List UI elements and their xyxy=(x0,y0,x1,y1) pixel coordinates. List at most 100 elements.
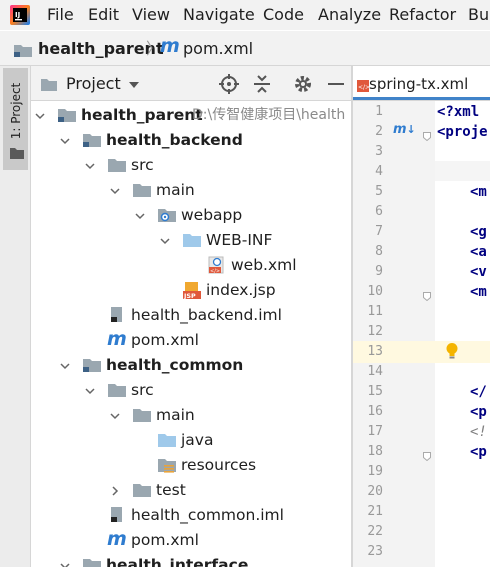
line-number: 23 xyxy=(367,544,383,559)
menu-analyze[interactable]: Analyze xyxy=(318,5,381,25)
module-folder-icon xyxy=(83,134,101,147)
source-folder-icon xyxy=(158,434,176,447)
line-number: 16 xyxy=(367,404,383,419)
tree-item-backend-pom-xml[interactable]: m pom.xml xyxy=(31,328,351,353)
tree-item-java[interactable]: java xyxy=(31,428,351,453)
chevron-right-icon[interactable] xyxy=(110,486,120,496)
tree-item-label: pom.xml xyxy=(131,531,199,549)
editor-tab-spring-tx[interactable]: </> spring-tx.xml xyxy=(353,66,490,100)
breadcrumb-file[interactable]: pom.xml xyxy=(183,39,253,59)
tree-item-main[interactable]: main xyxy=(31,178,351,203)
tree-item-common-pom-xml[interactable]: m pom.xml xyxy=(31,528,351,553)
tree-item-label: pom.xml xyxy=(131,331,199,349)
tree-item-src[interactable]: src xyxy=(31,378,351,403)
xml-file-icon: </> xyxy=(357,77,370,92)
folder-icon xyxy=(133,484,151,497)
menu-build[interactable]: Bui xyxy=(468,5,490,25)
fold-icon[interactable] xyxy=(423,446,431,462)
line-number: 10 xyxy=(367,284,383,299)
chevron-down-icon[interactable] xyxy=(160,236,170,246)
line-number: 1 xyxy=(375,104,383,119)
tree-item-label: health_common xyxy=(106,356,244,374)
line-number: 6 xyxy=(375,204,383,219)
line-number: 4 xyxy=(375,164,383,179)
tree-item-label: web.xml xyxy=(231,256,297,274)
chevron-down-icon[interactable] xyxy=(60,561,70,567)
module-folder-icon xyxy=(83,559,101,567)
chevron-down-icon[interactable] xyxy=(85,386,95,396)
folder-icon xyxy=(133,409,151,422)
code-line: <proje xyxy=(437,124,488,140)
tree-item-health-parent[interactable]: health_parent D:\传智健康项目\health xyxy=(31,103,351,128)
chevron-down-icon[interactable] xyxy=(85,161,95,171)
resources-folder-icon xyxy=(158,459,176,473)
iml-file-icon xyxy=(111,507,122,522)
fold-icon[interactable] xyxy=(423,286,431,302)
locate-target-icon[interactable] xyxy=(219,74,239,94)
project-panel-header: Project xyxy=(31,66,351,101)
gear-icon[interactable] xyxy=(293,74,313,94)
tree-item-health-common-iml[interactable]: health_common.iml xyxy=(31,503,351,528)
chevron-down-icon[interactable] xyxy=(110,411,120,421)
code-line: <p xyxy=(470,404,487,420)
tree-item-test[interactable]: test xyxy=(31,478,351,503)
menu-refactor[interactable]: Refactor xyxy=(389,5,456,25)
folder-icon xyxy=(108,384,126,397)
tree-item-health-backend-iml[interactable]: health_backend.iml xyxy=(31,303,351,328)
tree-item-label: webapp xyxy=(181,206,243,224)
tree-item-web-inf[interactable]: WEB-INF xyxy=(31,228,351,253)
breadcrumb-project[interactable]: health_parent xyxy=(38,39,164,59)
tree-item-health-interface[interactable]: health_interface xyxy=(31,553,351,567)
chevron-down-icon[interactable] xyxy=(60,136,70,146)
tree-item-label: resources xyxy=(181,456,257,474)
tree-item-label: health_interface xyxy=(106,556,249,567)
lightbulb-icon[interactable] xyxy=(445,342,459,360)
line-number: 8 xyxy=(375,244,383,259)
tree-item-label: health_backend.iml xyxy=(131,306,282,324)
web-folder-icon xyxy=(158,209,176,222)
menu-code[interactable]: Code xyxy=(263,5,304,25)
svg-text:IJ: IJ xyxy=(15,11,20,19)
line-number: 13 xyxy=(367,344,383,359)
folder-icon xyxy=(41,76,57,91)
web-xml-icon: </> xyxy=(208,256,224,274)
line-number: 9 xyxy=(375,264,383,279)
code-line: <a xyxy=(470,244,487,260)
chevron-down-icon[interactable] xyxy=(60,361,70,371)
tree-item-webapp[interactable]: webapp xyxy=(31,203,351,228)
tree-item-main[interactable]: main xyxy=(31,403,351,428)
project-view-title[interactable]: Project xyxy=(66,74,121,94)
chevron-down-icon[interactable] xyxy=(110,186,120,196)
tree-item-web-xml[interactable]: </> web.xml xyxy=(31,253,351,278)
intellij-logo-icon: IJ xyxy=(10,5,30,25)
menu-navigate[interactable]: Navigate xyxy=(183,5,255,25)
line-number: 20 xyxy=(367,484,383,499)
code-comment-line: <! xyxy=(470,424,487,440)
tree-item-label: main xyxy=(156,181,195,199)
code-region xyxy=(435,161,490,181)
chevron-down-icon[interactable] xyxy=(135,211,145,221)
tree-item-label: java xyxy=(181,431,214,449)
menu-edit[interactable]: Edit xyxy=(88,5,119,25)
hide-panel-icon[interactable] xyxy=(328,83,344,85)
menu-file[interactable]: File xyxy=(47,5,74,25)
line-number: 2 xyxy=(375,124,383,139)
tree-item-health-backend[interactable]: health_backend xyxy=(31,128,351,153)
svg-text:</>: </> xyxy=(358,84,369,91)
tree-item-health-common[interactable]: health_common xyxy=(31,353,351,378)
svg-text:</>: </> xyxy=(210,268,220,274)
maven-icon[interactable]: m↓ xyxy=(393,120,416,140)
tree-item-src[interactable]: src xyxy=(31,153,351,178)
menu-view[interactable]: View xyxy=(132,5,170,25)
code-line: <g xyxy=(470,224,487,240)
folder-icon xyxy=(10,144,24,159)
collapse-all-icon[interactable] xyxy=(253,75,271,93)
maven-icon: m xyxy=(107,328,127,350)
chevron-down-icon[interactable] xyxy=(129,82,139,88)
editor-tab-label: spring-tx.xml xyxy=(369,75,469,93)
fold-icon[interactable] xyxy=(423,126,431,142)
chevron-down-icon[interactable] xyxy=(35,111,45,121)
tree-item-resources[interactable]: resources xyxy=(31,453,351,478)
breadcrumb: health_parent 〉 m pom.xml xyxy=(0,31,490,66)
tree-item-index-jsp[interactable]: JSP index.jsp xyxy=(31,278,351,303)
